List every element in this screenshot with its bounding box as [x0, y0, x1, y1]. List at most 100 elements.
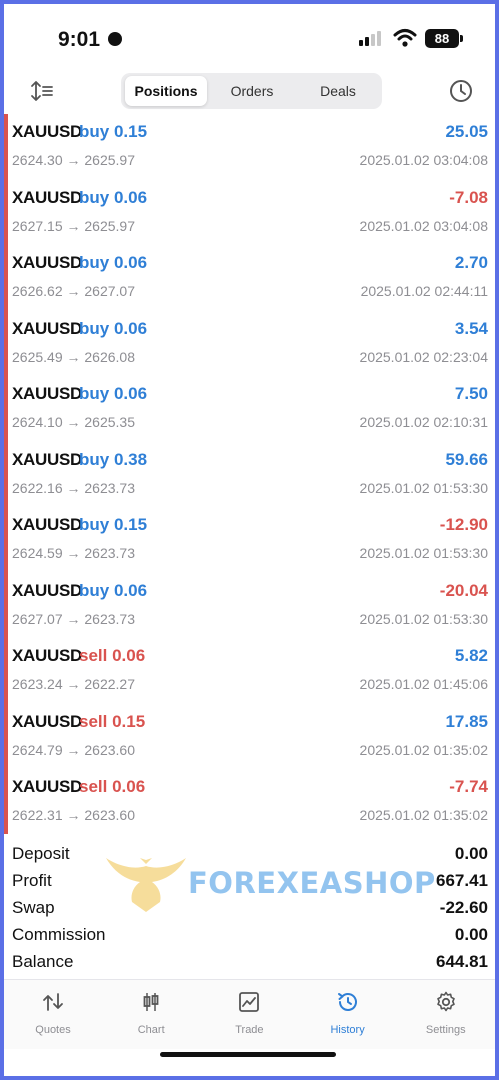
deal-volume: 0.15 [112, 711, 146, 731]
tab-chart[interactable]: Chart [102, 980, 200, 1050]
deal-row[interactable]: XAUUSD sell 0.06 -7.74 2622.31 → 2623.60 202… [12, 769, 490, 835]
tab-label: Trade [235, 1024, 264, 1036]
deal-side-volume: sell 0.06 [79, 777, 145, 797]
deal-row[interactable]: XAUUSD sell 0.06 5.82 2623.24 → 2622.27 2025… [12, 638, 490, 704]
deal-open-price: 2624.30 [12, 152, 63, 168]
deal-symbol: XAUUSD [12, 515, 82, 534]
arrow-right-icon: → [62, 217, 85, 234]
tab-quotes[interactable]: Quotes [4, 980, 102, 1050]
deal-profit: -20.04 [439, 580, 488, 600]
deal-side: buy [79, 187, 110, 207]
summary-label: Deposit [12, 844, 70, 863]
deal-profit: 7.50 [454, 384, 488, 403]
deal-time: 2025.01.02 01:53:30 [359, 479, 488, 496]
deal-open-price: 2627.15 [12, 217, 63, 234]
deal-open-price: 2622.31 [12, 807, 63, 823]
deal-side-volume: buy 0.06 [79, 253, 147, 273]
status-time: 9:01 [58, 28, 101, 51]
deal-side-volume: buy 0.06 [79, 581, 147, 601]
deal-side: buy [79, 515, 110, 534]
deal-side: buy [79, 318, 110, 338]
arrow-right-icon: → [62, 741, 85, 758]
quotes-icon [43, 993, 63, 1011]
deal-close-price: 2626.08 [84, 348, 135, 365]
deal-profit: 2.70 [454, 253, 488, 272]
deal-symbol: XAUUSD [12, 449, 82, 469]
deal-prices: 2626.62 → 2627.07 [12, 283, 135, 299]
deal-open-price: 2622.16 [12, 479, 63, 496]
status-bar: 9:01 88 [4, 4, 495, 70]
deal-open-price: 2625.49 [12, 348, 63, 365]
deal-symbol: XAUUSD [12, 187, 82, 207]
deal-side: sell [79, 711, 108, 731]
deal-volume: 0.06 [113, 253, 148, 272]
summary-value: 644.81 [436, 952, 488, 971]
deal-row[interactable]: XAUUSD buy 0.06 -20.04 2627.07 → 2623.73 202… [12, 573, 490, 639]
deal-profit: 25.05 [445, 122, 488, 141]
list-accent-bar [4, 114, 8, 834]
deal-volume: 0.06 [113, 580, 148, 600]
deal-row[interactable]: XAUUSD buy 0.06 3.54 2625.49 → 2626.08 2025.… [12, 311, 490, 377]
arrow-right-icon: → [62, 283, 85, 299]
deal-row[interactable]: XAUUSD buy 0.06 2.70 2626.62 → 2627.07 2025.… [12, 245, 490, 311]
battery-icon: 88 [425, 29, 463, 48]
tab-positions[interactable]: Positions [125, 76, 207, 106]
deal-row[interactable]: XAUUSD buy 0.38 59.66 2622.16 → 2623.73 2025… [12, 442, 490, 508]
deal-side: sell [79, 646, 108, 665]
deal-row[interactable]: XAUUSD buy 0.15 -12.90 2624.59 → 2623.73 202… [12, 507, 490, 573]
history-toolbar: Positions Orders Deals [4, 70, 495, 114]
deal-time: 2025.01.02 01:35:02 [359, 807, 488, 823]
arrow-right-icon: → [62, 152, 85, 168]
deal-symbol: XAUUSD [12, 122, 82, 141]
deal-row[interactable]: XAUUSD buy 0.06 -7.08 2627.15 → 2625.97 2025… [12, 180, 490, 246]
deal-prices: 2624.10 → 2625.35 [12, 414, 135, 430]
deal-close-price: 2623.73 [84, 479, 135, 496]
deal-side-volume: buy 0.38 [79, 450, 147, 470]
arrow-right-icon: → [62, 545, 85, 561]
summary-value: 0.00 [454, 925, 488, 944]
deal-close-price: 2623.60 [84, 741, 135, 758]
deal-volume: 0.15 [113, 122, 148, 141]
bottom-tab-bar: Quotes Chart Trade History Settings [4, 979, 495, 1049]
clock-icon[interactable] [448, 78, 474, 104]
deal-side-volume: sell 0.15 [79, 712, 145, 732]
deal-prices: 2624.59 → 2623.73 [12, 545, 135, 561]
deal-side-volume: buy 0.06 [79, 319, 147, 339]
summary-row-commission: Commission 0.00 [12, 921, 490, 948]
summary-row-profit: Profit 667.41 [12, 867, 490, 894]
history-segmented-control: Positions Orders Deals [121, 73, 382, 109]
tab-label: Settings [425, 1024, 466, 1036]
deal-profit: 5.82 [454, 646, 488, 665]
tab-history[interactable]: History [299, 980, 397, 1050]
deal-row[interactable]: XAUUSD buy 0.06 7.50 2624.10 → 2625.35 2025.… [12, 376, 490, 442]
deal-open-price: 2623.24 [12, 676, 63, 692]
deal-symbol: XAUUSD [12, 580, 82, 600]
deal-row[interactable]: XAUUSD sell 0.15 17.85 2624.79 → 2623.60 202… [12, 704, 490, 770]
arrow-right-icon: → [62, 479, 85, 496]
chart-icon [143, 993, 159, 1011]
deal-time: 2025.01.02 02:10:31 [359, 414, 488, 430]
deal-volume: 0.06 [113, 318, 148, 338]
deal-side: buy [79, 580, 110, 600]
deal-prices: 2624.30 → 2625.97 [12, 152, 135, 168]
deal-time: 2025.01.02 01:53:30 [359, 545, 488, 561]
deals-list: XAUUSD buy 0.15 25.05 2624.30 → 2625.97 2025… [4, 114, 495, 834]
deal-time: 2025.01.02 03:04:08 [359, 152, 488, 168]
deal-open-price: 2624.10 [12, 414, 63, 430]
tab-deals[interactable]: Deals [297, 76, 379, 106]
sort-icon[interactable] [29, 78, 55, 104]
deal-close-price: 2625.97 [84, 152, 135, 168]
deal-time: 2025.01.02 01:35:02 [359, 741, 488, 758]
history-icon [337, 993, 357, 1011]
home-indicator [160, 1052, 336, 1057]
deal-row[interactable]: XAUUSD buy 0.15 25.05 2624.30 → 2625.97 2025… [12, 114, 490, 180]
summary-row-swap: Swap -22.60 [12, 894, 490, 921]
summary-value: 0.00 [454, 844, 488, 863]
tab-orders[interactable]: Orders [211, 76, 293, 106]
tab-settings[interactable]: Settings [397, 980, 495, 1050]
deal-symbol: XAUUSD [12, 777, 82, 796]
deal-time: 2025.01.02 01:45:06 [359, 676, 488, 692]
deal-volume: 0.06 [113, 187, 148, 207]
tab-trade[interactable]: Trade [200, 980, 298, 1050]
deal-open-price: 2627.07 [12, 610, 63, 627]
